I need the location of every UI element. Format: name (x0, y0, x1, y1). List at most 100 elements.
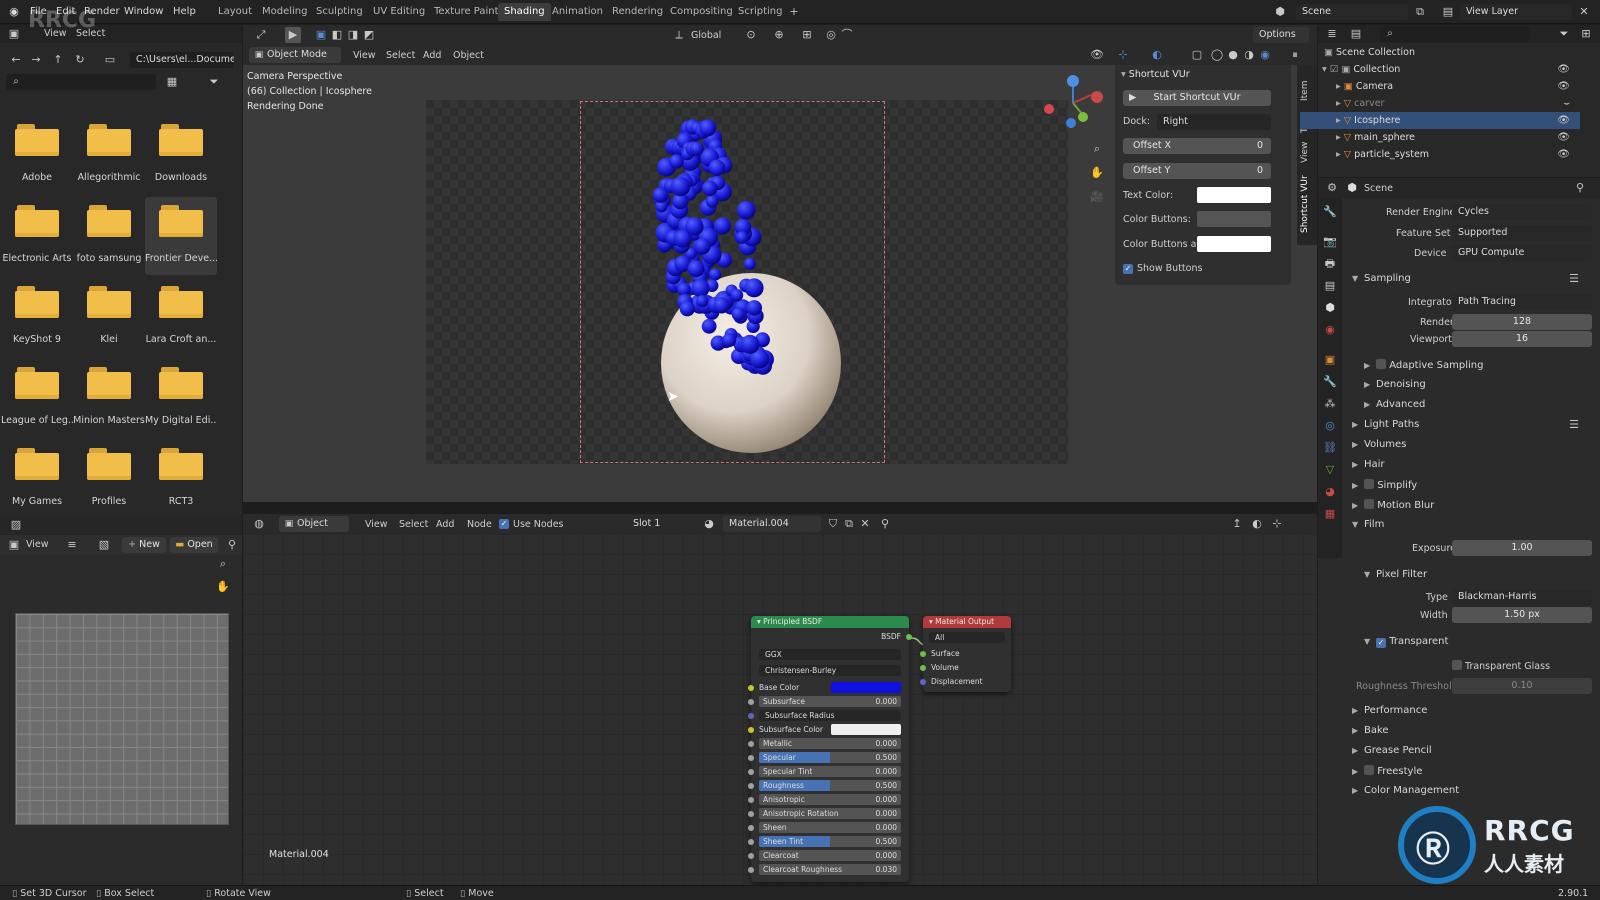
transparent-section[interactable]: ▼ ✓ Transparent (1364, 636, 1448, 648)
material-output-node[interactable]: ▾ Material Output All Surface Volume Dis… (920, 616, 1011, 692)
select-mode-new-icon[interactable]: ▣ (313, 27, 329, 43)
zoom-icon[interactable]: ⌕ (215, 556, 231, 572)
folder-item[interactable]: KeyShot 9 (1, 278, 73, 356)
color-buttons-swatch[interactable] (1197, 211, 1271, 227)
snap-icon[interactable]: ⊕ (771, 27, 787, 43)
menu-window[interactable]: Window (124, 6, 163, 17)
output-target-dropdown[interactable]: All (929, 632, 1005, 643)
modifier-tab-icon[interactable]: 🔧 (1322, 374, 1338, 390)
properties-type-icon[interactable]: ⚙ (1324, 180, 1340, 196)
visibility-icon[interactable]: 👁 (1089, 47, 1105, 63)
input-socket[interactable] (748, 769, 754, 775)
outliner-item[interactable]: ▸ ▣ Camera 👁 (1300, 78, 1580, 95)
eye-icon[interactable]: 👁 (1557, 78, 1570, 95)
tool-tab-icon[interactable]: 🔧 (1322, 204, 1338, 220)
fake-user-icon[interactable]: ⛉ (825, 516, 841, 532)
navigation-gizmo[interactable] (1041, 71, 1105, 135)
search-input[interactable] (6, 74, 156, 90)
constraints-tab-icon[interactable]: ⛓ (1322, 440, 1338, 456)
base-color-socket[interactable] (748, 685, 754, 691)
subsurface-radius-socket[interactable] (748, 713, 754, 719)
outliner-search[interactable] (1380, 26, 1530, 42)
pan-hand-icon[interactable]: ✋ (215, 579, 231, 595)
snap-target-icon[interactable]: ⊞ (799, 27, 815, 43)
bsdf-output-socket[interactable] (906, 634, 912, 640)
light-paths-presets-icon[interactable]: ☰ (1566, 417, 1582, 433)
view-layer-field[interactable]: View Layer (1460, 4, 1572, 20)
hair-section[interactable]: ▶ Hair (1352, 459, 1385, 470)
bsdf-slider-clearcoat-roughness[interactable]: Clearcoat Roughness 0.030 (759, 864, 901, 875)
surface-socket[interactable] (920, 651, 926, 657)
performance-section[interactable]: ▶ Performance (1352, 705, 1427, 716)
text-color-swatch[interactable] (1197, 187, 1271, 203)
folder-item[interactable]: Minion Masters (73, 359, 145, 437)
folder-item[interactable]: foto samsung (73, 197, 145, 275)
node-editor-canvas[interactable]: Material.004 ▾ Principled BSDF BSDF GGX … (243, 534, 1317, 885)
outliner-item[interactable]: ▸ ▽ Icosphere 👁 (1300, 112, 1580, 129)
eye-icon[interactable]: 👁 (1557, 146, 1570, 163)
material-name-field[interactable]: Material.004 (723, 516, 821, 532)
bsdf-slider-metallic[interactable]: Metallic 0.000 (759, 738, 901, 749)
eye-icon[interactable]: ⌣ (1563, 95, 1570, 112)
camera-view-icon[interactable]: 🎥 (1089, 189, 1105, 205)
new-image-button[interactable]: + New (122, 537, 166, 553)
distribution-dropdown[interactable]: GGX (759, 649, 901, 660)
tab-animation[interactable]: Animation (546, 3, 609, 21)
output-tab-icon[interactable]: 🖶 (1322, 256, 1338, 272)
new-folder-icon[interactable]: ▭ (102, 52, 118, 68)
volume-socket[interactable] (920, 665, 926, 671)
image-browse-icon[interactable]: ▧ (96, 537, 112, 553)
folder-item[interactable]: Adobe (1, 116, 73, 194)
input-socket[interactable] (748, 839, 754, 845)
input-socket[interactable] (748, 867, 754, 873)
tab-rendering[interactable]: Rendering (606, 3, 669, 21)
motion-blur-section[interactable]: ▶ Motion Blur (1352, 499, 1434, 511)
sampling-presets-icon[interactable]: ☰ (1566, 271, 1582, 287)
overlay-node-icon[interactable]: ◐ (1249, 516, 1265, 532)
offset-x-field[interactable]: Offset X0 (1123, 138, 1271, 154)
pixel-filter-section[interactable]: ▼ Pixel Filter (1364, 569, 1427, 580)
snap-node-icon[interactable]: ⊹ (1269, 516, 1285, 532)
outliner-item[interactable]: ▸ ▽ carver ⌣ (1300, 95, 1580, 112)
ne-menu-view[interactable]: View (365, 519, 388, 530)
folder-item[interactable]: Klei (73, 278, 145, 356)
options-dropdown[interactable]: Options (1253, 27, 1309, 43)
slot-dropdown[interactable]: Slot 1 (627, 516, 691, 532)
tab-scripting[interactable]: Scripting (732, 3, 788, 21)
scene-icon[interactable]: ⬢ (1272, 4, 1288, 20)
base-color-swatch[interactable] (831, 682, 901, 693)
bsdf-slider-anisotropic[interactable]: Anisotropic 0.000 (759, 794, 901, 805)
output-node-header[interactable]: ▾ Material Output (923, 616, 1011, 628)
film-section[interactable]: ▼ Film (1352, 519, 1384, 530)
falloff-icon[interactable]: ⌒ (839, 27, 855, 43)
bsdf-slider-specular-tint[interactable]: Specular Tint 0.000 (759, 766, 901, 777)
ne-menu-node[interactable]: Node (467, 519, 492, 530)
use-nodes-checkbox[interactable]: ✓ (499, 519, 509, 529)
adaptive-sampling-section[interactable]: ▶ Adaptive Sampling (1364, 359, 1483, 371)
start-shortcut-button[interactable]: ▶ Start Shortcut VUr (1123, 90, 1271, 106)
volumes-section[interactable]: ▶ Volumes (1352, 439, 1406, 450)
pivot-icon[interactable]: ⊙ (743, 27, 759, 43)
transparent-glass-toggle[interactable]: Transparent Glass (1452, 660, 1550, 672)
folder-item[interactable]: Lara Croft an... (145, 278, 217, 356)
image-view-menu[interactable]: View (26, 539, 49, 550)
scene-field[interactable]: Scene (1296, 4, 1408, 20)
displacement-socket[interactable] (920, 679, 926, 685)
folder-item[interactable]: Allegorithmic (73, 116, 145, 194)
scene-tab-icon[interactable]: ⬢ (1322, 300, 1338, 316)
select-tool-icon[interactable]: ▶ (285, 27, 301, 43)
bsdf-slider-sheen[interactable]: Sheen 0.000 (759, 822, 901, 833)
unlink-material-icon[interactable]: ✕ (857, 516, 873, 532)
bsdf-slider-clearcoat[interactable]: Clearcoat 0.000 (759, 850, 901, 861)
outliner-filter-icon[interactable]: ⏷ (1556, 26, 1572, 42)
ne-menu-select[interactable]: Select (399, 519, 428, 530)
roughness-threshold-field[interactable]: 0.10 (1452, 678, 1592, 694)
view-icon[interactable]: ▣ (6, 537, 22, 553)
select-mode-invert-icon[interactable]: ◩ (361, 27, 377, 43)
forward-icon[interactable]: → (28, 52, 44, 68)
pan-view-icon[interactable]: ✋ (1089, 165, 1105, 181)
input-socket[interactable] (748, 853, 754, 859)
physics-tab-icon[interactable]: ◎ (1322, 418, 1338, 434)
filter-type-dropdown[interactable]: Blackman-Harris (1452, 589, 1592, 605)
pin-props-icon[interactable]: ⚲ (1572, 180, 1588, 196)
